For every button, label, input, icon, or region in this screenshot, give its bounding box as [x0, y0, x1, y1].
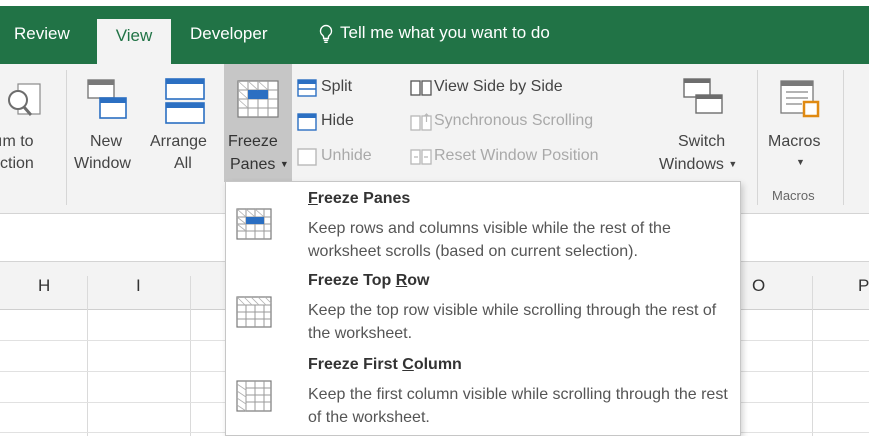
- sync-scroll-icon: [410, 113, 432, 131]
- arrange-all-label-2: All: [174, 155, 192, 172]
- switch-windows-button[interactable]: Switch Windows ▼: [656, 64, 752, 182]
- freeze-first-column-title-key: C: [402, 356, 414, 373]
- lightbulb-icon: [319, 24, 333, 43]
- freeze-top-row-title-rest: ow: [407, 272, 430, 289]
- ribbon-tab-bar: Review View Developer Tell me what you w…: [0, 6, 869, 64]
- side-by-side-icon: [410, 80, 432, 96]
- freeze-panes-description: Keep rows and columns visible while the …: [308, 220, 671, 260]
- split-button[interactable]: Split: [297, 78, 397, 100]
- switch-windows-label-2: Windows: [659, 156, 724, 173]
- freeze-panes-button[interactable]: Freeze Panes ▼: [224, 64, 292, 182]
- macros-group-label: Macros: [772, 188, 815, 203]
- new-window-button[interactable]: New Window: [72, 64, 142, 182]
- column-header-p[interactable]: P: [858, 276, 869, 296]
- synchronous-scrolling-button: Synchronous Scrolling: [410, 112, 640, 134]
- freeze-top-row-title-pre: Freeze Top: [308, 272, 396, 289]
- switch-windows-icon: [683, 78, 723, 114]
- hide-window-icon: [297, 113, 317, 131]
- freeze-first-column-icon: [236, 380, 272, 412]
- new-window-icon: [87, 79, 127, 119]
- synchronous-scrolling-label: Synchronous Scrolling: [434, 112, 594, 129]
- unhide-label: Unhide: [321, 147, 372, 164]
- freeze-panes-icon: [237, 80, 279, 118]
- gridline: [87, 276, 88, 436]
- group-separator: [66, 70, 67, 205]
- tell-me-text: Tell me what you want to do: [340, 23, 550, 42]
- macros-icon: [780, 80, 820, 118]
- zoom-selection-label-1: ım to: [0, 133, 34, 150]
- freeze-panes-menu: Freeze Panes Keep rows and columns visib…: [225, 181, 741, 436]
- freeze-panes-title-rest: reeze Panes: [317, 190, 411, 207]
- unhide-window-icon: [297, 148, 317, 166]
- freeze-panes-label-1: Freeze: [228, 133, 278, 150]
- group-separator: [843, 70, 844, 205]
- freeze-top-row-description: Keep the top row visible while scrolling…: [308, 302, 717, 342]
- arrange-all-button[interactable]: Arrange All: [150, 64, 220, 182]
- gridline: [812, 276, 813, 436]
- group-separator: [757, 70, 758, 205]
- reset-position-icon: [410, 149, 432, 165]
- zoom-selection-label-2: ction: [0, 155, 34, 172]
- new-window-label-1: New: [90, 133, 123, 150]
- freeze-panes-icon: [236, 208, 272, 240]
- menu-item-freeze-panes[interactable]: Freeze Panes Keep rows and columns visib…: [226, 186, 740, 270]
- gridline: [190, 276, 191, 436]
- zoom-to-selection-button[interactable]: ım to ction: [0, 64, 62, 182]
- tab-view[interactable]: View: [97, 19, 171, 64]
- freeze-top-row-icon: [236, 296, 272, 328]
- freeze-top-row-title-key: R: [395, 272, 408, 289]
- reset-window-position-label: Reset Window Position: [434, 147, 599, 164]
- split-label: Split: [321, 78, 353, 95]
- freeze-panes-title-key: F: [308, 190, 318, 207]
- dropdown-arrow-icon: ▼: [728, 159, 738, 169]
- column-header-i[interactable]: I: [136, 276, 141, 296]
- arrange-all-icon: [165, 78, 205, 124]
- dropdown-arrow-icon: ▼: [796, 157, 805, 167]
- hide-button[interactable]: Hide: [297, 112, 397, 134]
- menu-item-freeze-top-row[interactable]: Freeze Top Row Keep the top row visible …: [226, 272, 740, 354]
- tab-developer[interactable]: Developer: [190, 24, 268, 44]
- column-header-o[interactable]: O: [752, 276, 765, 296]
- freeze-first-column-title-pre: Freeze First: [308, 356, 403, 373]
- zoom-selection-icon: [8, 83, 41, 116]
- unhide-button: Unhide: [297, 147, 397, 169]
- column-header-h[interactable]: H: [38, 276, 50, 296]
- freeze-panes-label-2: Panes: [230, 156, 276, 173]
- reset-window-position-button: Reset Window Position: [410, 147, 640, 169]
- tab-review[interactable]: Review: [14, 24, 70, 44]
- macros-label: Macros: [768, 133, 821, 150]
- tell-me-search[interactable]: Tell me what you want to do: [318, 23, 550, 43]
- switch-windows-label-1: Switch: [678, 133, 726, 150]
- view-side-by-side-label: View Side by Side: [434, 78, 563, 95]
- view-side-by-side-button[interactable]: View Side by Side: [410, 78, 610, 100]
- freeze-first-column-title-rest: olumn: [413, 356, 462, 373]
- split-icon: [297, 79, 317, 97]
- hide-label: Hide: [321, 112, 354, 129]
- freeze-first-column-description: Keep the first column visible while scro…: [308, 386, 728, 426]
- menu-item-freeze-first-column[interactable]: Freeze First Column Keep the first colum…: [226, 356, 740, 434]
- dropdown-arrow-icon: ▼: [279, 159, 289, 169]
- new-window-label-2: Window: [74, 155, 131, 172]
- macros-button[interactable]: Macros ▼: [762, 64, 838, 182]
- arrange-all-label-1: Arrange: [150, 133, 207, 150]
